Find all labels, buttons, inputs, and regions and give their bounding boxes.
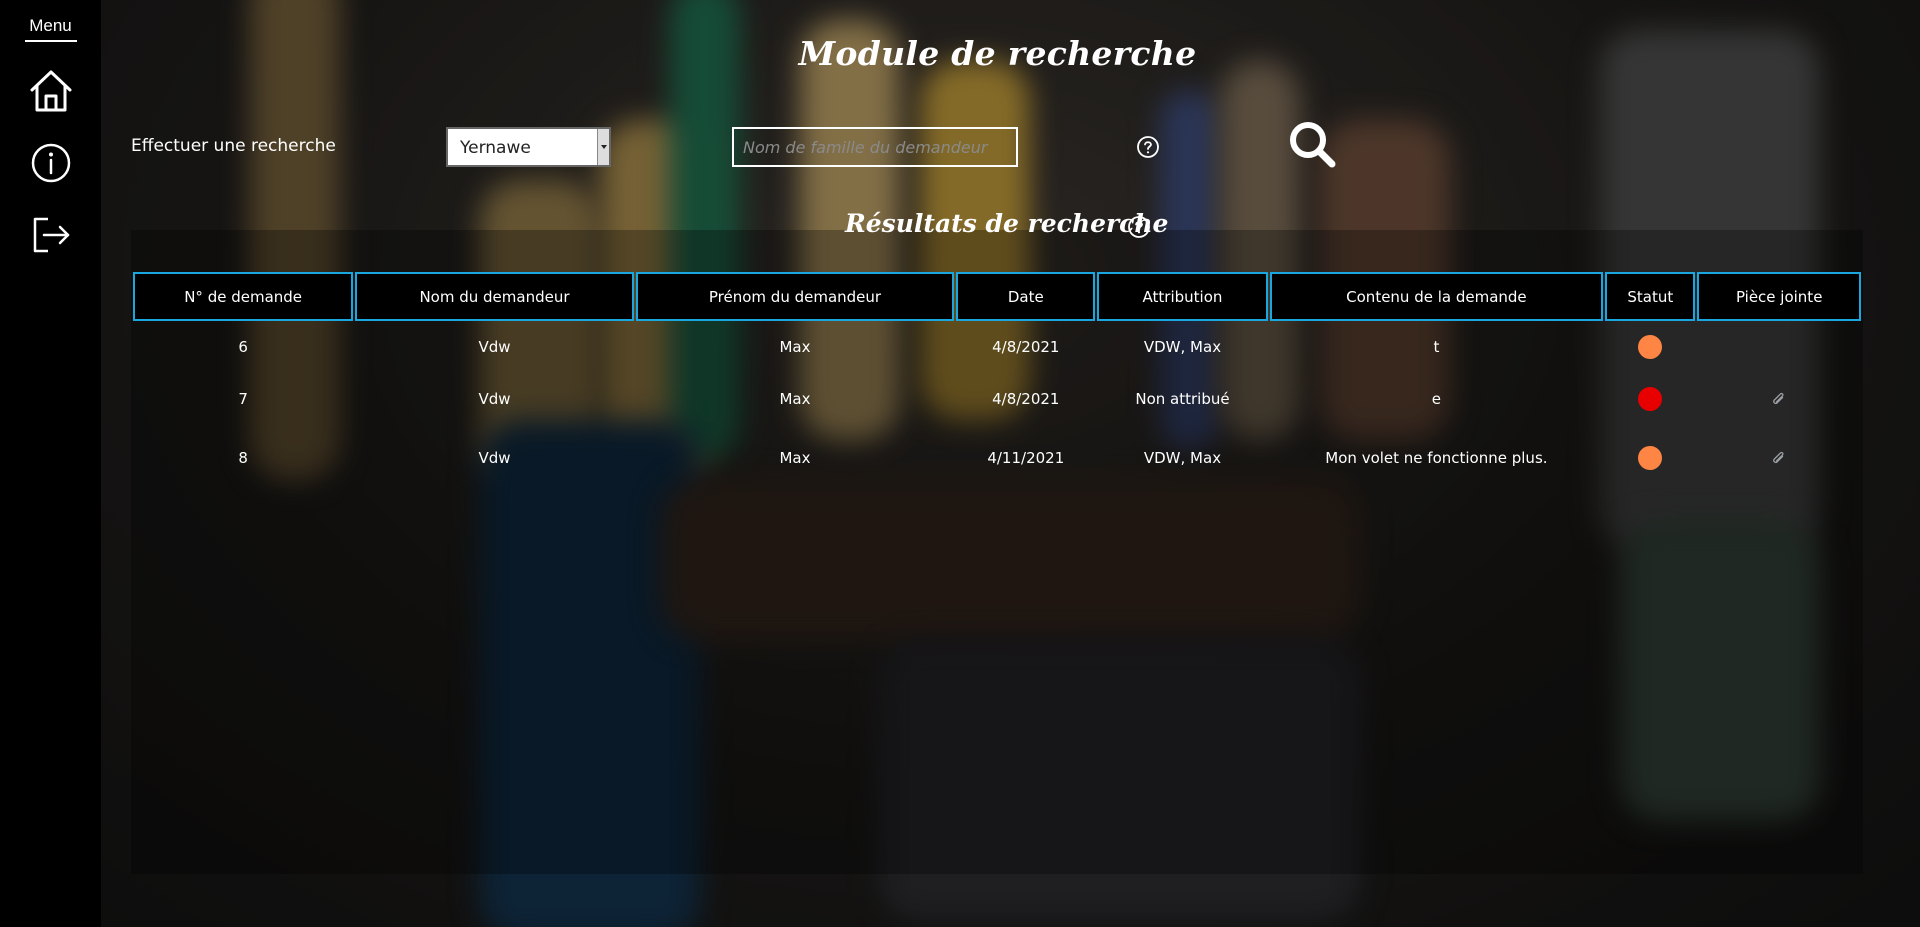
table-cell-num: 8: [238, 449, 248, 467]
table-cell-statut: [1605, 425, 1695, 491]
logout-icon[interactable]: [26, 210, 76, 260]
sidebar: Menu: [0, 0, 101, 927]
status-dot: [1638, 335, 1663, 359]
page-title: Module de recherche: [798, 34, 1197, 73]
column-header[interactable]: Pièce jointe: [1697, 272, 1861, 321]
search-label: Effectuer une recherche: [131, 136, 336, 156]
table-cell-piece-jointe: [1697, 321, 1861, 373]
status-dot: [1638, 446, 1663, 470]
table-cell-statut: [1605, 321, 1695, 373]
table-cell-nom: Vdw: [478, 390, 511, 408]
table-cell-prenom: Max: [779, 449, 811, 467]
table-row[interactable]: 6 Vdw Max 4/8/2021 VDW, Max t: [133, 321, 1861, 373]
table-cell-nom: Vdw: [478, 338, 511, 356]
column-header[interactable]: Attribution: [1097, 272, 1268, 321]
status-dot: [1638, 387, 1663, 411]
table-cell-contenu: e: [1431, 390, 1442, 408]
results-title: Résultats de recherche: [845, 209, 1169, 238]
chevron-down-icon[interactable]: [597, 129, 609, 165]
column-header[interactable]: N° de demande: [133, 272, 354, 321]
search-type-value: Yernawe: [460, 138, 531, 158]
search-input[interactable]: [732, 127, 1018, 167]
column-header[interactable]: Nom du demandeur: [355, 272, 634, 321]
table-row[interactable]: 8 Vdw Max 4/11/2021 VDW, Max Mon volet ne fon…: [133, 425, 1861, 491]
table-cell-nom: Vdw: [478, 449, 511, 467]
column-header[interactable]: Prénom du demandeur: [635, 272, 955, 321]
table-cell-num: 7: [238, 390, 248, 408]
paperclip-icon[interactable]: [1771, 451, 1787, 467]
results-table: N° de demande Nom du demandeur Prénom du…: [131, 272, 1863, 491]
table-cell-date: 4/11/2021: [987, 449, 1065, 467]
table-cell-prenom: Max: [779, 338, 811, 356]
help-icon[interactable]: [1136, 135, 1160, 159]
table-cell-date: 4/8/2021: [992, 390, 1060, 408]
table-header-row: N° de demande Nom du demandeur Prénom du…: [133, 272, 1861, 321]
table-cell-piece-jointe: [1697, 373, 1861, 425]
column-header[interactable]: Statut: [1605, 272, 1696, 321]
table-cell-piece-jointe: [1697, 425, 1861, 491]
search-icon[interactable]: [1286, 118, 1338, 170]
table-cell-statut: [1605, 373, 1695, 425]
search-type-select[interactable]: Yernawe: [446, 127, 611, 167]
table-cell-attribution: VDW, Max: [1143, 338, 1222, 356]
table-cell-num: 6: [238, 338, 248, 356]
table-cell-contenu: Mon volet ne fonctionne plus.: [1325, 449, 1548, 467]
column-header[interactable]: Contenu de la demande: [1269, 272, 1604, 321]
home-icon[interactable]: [26, 66, 76, 116]
table-cell-date: 4/8/2021: [992, 338, 1060, 356]
table-cell-attribution: Non attribué: [1135, 390, 1230, 408]
column-header[interactable]: Date: [956, 272, 1096, 321]
paperclip-icon[interactable]: [1771, 392, 1787, 408]
table-row[interactable]: 7 Vdw Max 4/8/2021 Non attribué e: [133, 373, 1861, 425]
help-icon[interactable]: [1127, 215, 1151, 239]
info-icon[interactable]: [26, 138, 76, 188]
table-cell-prenom: Max: [779, 390, 811, 408]
table-cell-contenu: t: [1433, 338, 1440, 356]
table-cell-attribution: VDW, Max: [1143, 449, 1222, 467]
